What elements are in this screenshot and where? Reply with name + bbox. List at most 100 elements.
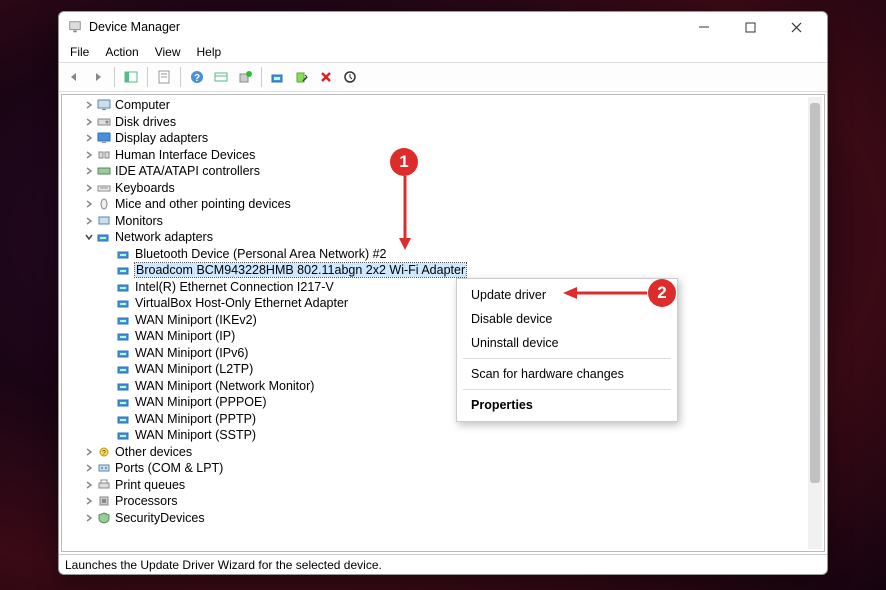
hid-icon	[96, 148, 112, 162]
disable-device-button[interactable]	[291, 66, 313, 88]
back-button[interactable]	[63, 66, 85, 88]
maximize-button[interactable]	[727, 12, 773, 42]
window-title: Device Manager	[89, 20, 681, 34]
security-icon	[96, 511, 112, 525]
minimize-button[interactable]	[681, 12, 727, 42]
tree-node[interactable]: Monitors	[62, 213, 824, 230]
chevron-right-icon[interactable]	[82, 148, 96, 162]
tree-child-label: Broadcom BCM943228HMB 802.11abgn 2x2 Wi-…	[135, 263, 466, 277]
menu-file[interactable]: File	[63, 44, 96, 60]
forward-button[interactable]	[87, 66, 109, 88]
tree-child-label: WAN Miniport (L2TP)	[135, 362, 253, 376]
tree-child-node[interactable]: WAN Miniport (PPPOE)	[62, 394, 824, 411]
annotation-arrow-2	[561, 286, 651, 305]
annotation-step-1: 1	[390, 148, 418, 176]
action-button[interactable]	[210, 66, 232, 88]
tree-child-node[interactable]: WAN Miniport (L2TP)	[62, 361, 824, 378]
tree-node[interactable]: Ports (COM & LPT)	[62, 460, 824, 477]
app-icon	[67, 19, 83, 35]
chevron-right-icon[interactable]	[82, 461, 96, 475]
chevron-right-icon[interactable]	[82, 98, 96, 112]
tree-child-node[interactable]: WAN Miniport (IPv6)	[62, 345, 824, 362]
chevron-right-icon[interactable]	[82, 131, 96, 145]
menu-view[interactable]: View	[148, 44, 188, 60]
chevron-right-icon[interactable]	[82, 478, 96, 492]
tree-node-label: Keyboards	[115, 181, 175, 195]
svg-text:?: ?	[194, 73, 200, 84]
uninstall-device-button[interactable]	[315, 66, 337, 88]
chevron-right-icon[interactable]	[82, 181, 96, 195]
tree-child-label: VirtualBox Host-Only Ethernet Adapter	[135, 296, 348, 310]
tree-node[interactable]: Mice and other pointing devices	[62, 196, 824, 213]
network-adapter-icon	[116, 379, 132, 393]
tree-node[interactable]: Keyboards	[62, 180, 824, 197]
ctx-uninstall-device[interactable]: Uninstall device	[457, 331, 677, 355]
chevron-right-icon[interactable]	[82, 494, 96, 508]
tree-child-node[interactable]: WAN Miniport (IKEv2)	[62, 312, 824, 329]
ctx-disable-device[interactable]: Disable device	[457, 307, 677, 331]
tree-node-label: Network adapters	[115, 230, 213, 244]
titlebar: Device Manager	[59, 12, 827, 42]
tree-node-label: Monitors	[115, 214, 163, 228]
chevron-down-icon[interactable]	[82, 230, 96, 244]
properties-button[interactable]	[153, 66, 175, 88]
tree-child-node[interactable]: Intel(R) Ethernet Connection I217-V	[62, 279, 824, 296]
toolbar-separator	[147, 67, 148, 87]
show-hide-console-tree-button[interactable]	[120, 66, 142, 88]
tree-child-label: WAN Miniport (SSTP)	[135, 428, 256, 442]
network-adapter-icon	[116, 362, 132, 376]
chevron-right-icon[interactable]	[82, 214, 96, 228]
tree-node[interactable]: IDE ATA/ATAPI controllers	[62, 163, 824, 180]
tree-child-label: WAN Miniport (IKEv2)	[135, 313, 257, 327]
ctx-separator	[463, 358, 671, 359]
chevron-right-icon[interactable]	[82, 511, 96, 525]
tree-node[interactable]: Print queues	[62, 477, 824, 494]
chevron-right-icon[interactable]	[82, 115, 96, 129]
tree-node[interactable]: Disk drives	[62, 114, 824, 131]
tree-node[interactable]: SecurityDevices	[62, 510, 824, 527]
update-driver-button[interactable]	[267, 66, 289, 88]
tree-child-label: WAN Miniport (Network Monitor)	[135, 379, 314, 393]
close-button[interactable]	[773, 12, 819, 42]
tree-node-label: Ports (COM & LPT)	[115, 461, 223, 475]
statusbar: Launches the Update Driver Wizard for th…	[59, 554, 827, 574]
ctx-scan-hardware[interactable]: Scan for hardware changes	[457, 362, 677, 386]
disk-icon	[96, 115, 112, 129]
chevron-right-icon[interactable]	[82, 445, 96, 459]
tree-node-label: Human Interface Devices	[115, 148, 255, 162]
scrollbar-thumb[interactable]	[810, 103, 820, 483]
status-text: Launches the Update Driver Wizard for th…	[65, 558, 382, 572]
tree-node[interactable]: Processors	[62, 493, 824, 510]
tree-child-node[interactable]: WAN Miniport (IP)	[62, 328, 824, 345]
tree-node[interactable]: Display adapters	[62, 130, 824, 147]
tree-child-node[interactable]: WAN Miniport (SSTP)	[62, 427, 824, 444]
tree-node-label: Other devices	[115, 445, 192, 459]
toolbar-separator	[180, 67, 181, 87]
tree-child-node[interactable]: WAN Miniport (Network Monitor)	[62, 378, 824, 395]
tree-child-label: WAN Miniport (PPTP)	[135, 412, 256, 426]
cpu-icon	[96, 494, 112, 508]
ctx-properties[interactable]: Properties	[457, 393, 677, 417]
tree-node[interactable]: ?Other devices	[62, 444, 824, 461]
tree-child-node[interactable]: Bluetooth Device (Personal Area Network)…	[62, 246, 824, 263]
help-button[interactable]: ?	[186, 66, 208, 88]
tree-child-node[interactable]: VirtualBox Host-Only Ethernet Adapter	[62, 295, 824, 312]
tree-node[interactable]: Human Interface Devices	[62, 147, 824, 164]
tree-node[interactable]: Computer	[62, 97, 824, 114]
menu-help[interactable]: Help	[190, 44, 229, 60]
network-adapter-icon	[116, 247, 132, 261]
tree-child-node[interactable]: Broadcom BCM943228HMB 802.11abgn 2x2 Wi-…	[62, 262, 824, 279]
tree-child-label: Bluetooth Device (Personal Area Network)…	[135, 247, 387, 261]
scrollbar[interactable]	[808, 97, 822, 549]
tree-child-label: WAN Miniport (IP)	[135, 329, 235, 343]
scan-hardware-button[interactable]	[339, 66, 361, 88]
tree-child-label: WAN Miniport (IPv6)	[135, 346, 248, 360]
add-legacy-hardware-button[interactable]	[234, 66, 256, 88]
chevron-right-icon[interactable]	[82, 197, 96, 211]
network-adapter-icon	[116, 280, 132, 294]
menu-action[interactable]: Action	[98, 44, 145, 60]
chevron-right-icon[interactable]	[82, 164, 96, 178]
tree-node[interactable]: Network adapters	[62, 229, 824, 246]
display-icon	[96, 131, 112, 145]
tree-child-node[interactable]: WAN Miniport (PPTP)	[62, 411, 824, 428]
